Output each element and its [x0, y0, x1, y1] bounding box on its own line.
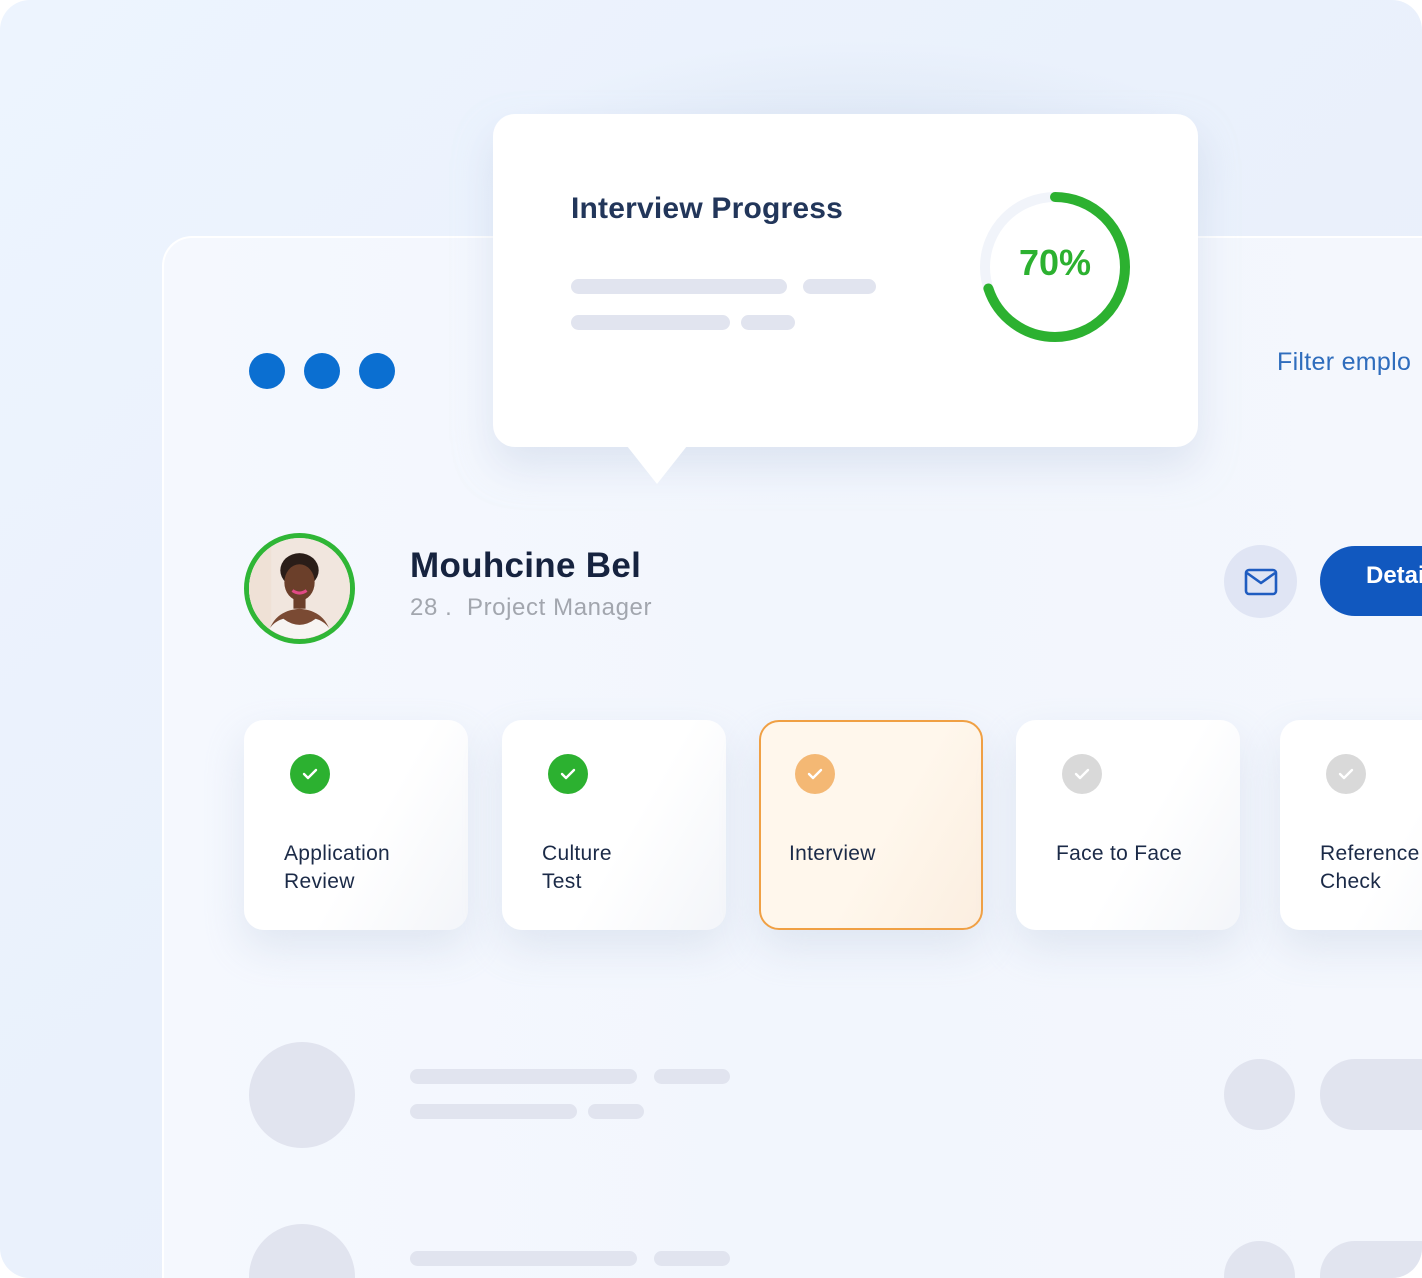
placeholder-button [1320, 1241, 1422, 1278]
dot [249, 353, 285, 389]
placeholder-button [1320, 1059, 1422, 1130]
placeholder-line [654, 1069, 730, 1084]
check-icon [1062, 754, 1102, 794]
placeholder-line [803, 279, 876, 294]
step-label-line: Face to Face [1056, 842, 1183, 865]
step-label-line: Culture [542, 842, 612, 865]
placeholder-line [410, 1069, 637, 1084]
step-card[interactable]: Face to Face [1016, 720, 1240, 930]
step-card[interactable]: Reference Check [1280, 720, 1422, 930]
avatar [244, 533, 355, 644]
placeholder-icon-button [1224, 1059, 1295, 1130]
placeholder-line [410, 1104, 577, 1119]
placeholder-avatar [249, 1042, 355, 1148]
placeholder-line [410, 1251, 637, 1266]
step-label-line: Interview [789, 842, 876, 865]
check-icon [795, 754, 835, 794]
step-label-line: Application [284, 842, 391, 865]
more-dots-icon[interactable] [249, 353, 395, 389]
dot [304, 353, 340, 389]
check-icon [1326, 754, 1366, 794]
placeholder-line [654, 1251, 730, 1266]
person-photo-icon [249, 538, 350, 639]
dot [359, 353, 395, 389]
interview-progress-popover: Interview Progress 70% [493, 114, 1198, 447]
placeholder-line [571, 315, 730, 330]
step-label-line: Review [284, 870, 355, 893]
candidate-subtitle: 28 . Project Manager [410, 594, 653, 621]
step-label-line: Check [1320, 870, 1382, 893]
mail-button[interactable] [1224, 545, 1297, 618]
step-label-line: Reference [1320, 842, 1420, 865]
filter-employees-link[interactable]: Filter emplo [1277, 348, 1411, 377]
mail-icon [1244, 568, 1277, 595]
details-button[interactable]: Details [1320, 546, 1422, 616]
check-icon [548, 754, 588, 794]
progress-percent: 70% [1018, 242, 1092, 283]
app-frame: Filter emplo Mouhcine Bel 28 . Project M… [0, 0, 1422, 1278]
step-label: Reference Check [1320, 840, 1422, 896]
popover-pointer [627, 446, 687, 484]
popover-title: Interview Progress [571, 192, 844, 225]
step-label: Face to Face [1056, 840, 1226, 868]
candidate-name: Mouhcine Bel [410, 546, 642, 585]
check-icon [290, 754, 330, 794]
placeholder-line [571, 279, 787, 294]
step-label: Interview [789, 840, 959, 868]
placeholder-line [741, 315, 795, 330]
step-card[interactable]: Culture Test [502, 720, 726, 930]
step-card[interactable]: Interview [759, 720, 983, 930]
placeholder-line [588, 1104, 644, 1119]
step-label: Culture Test [542, 840, 712, 896]
step-label: Application Review [284, 840, 454, 896]
step-label-line: Test [542, 870, 582, 893]
step-card[interactable]: Application Review [244, 720, 468, 930]
